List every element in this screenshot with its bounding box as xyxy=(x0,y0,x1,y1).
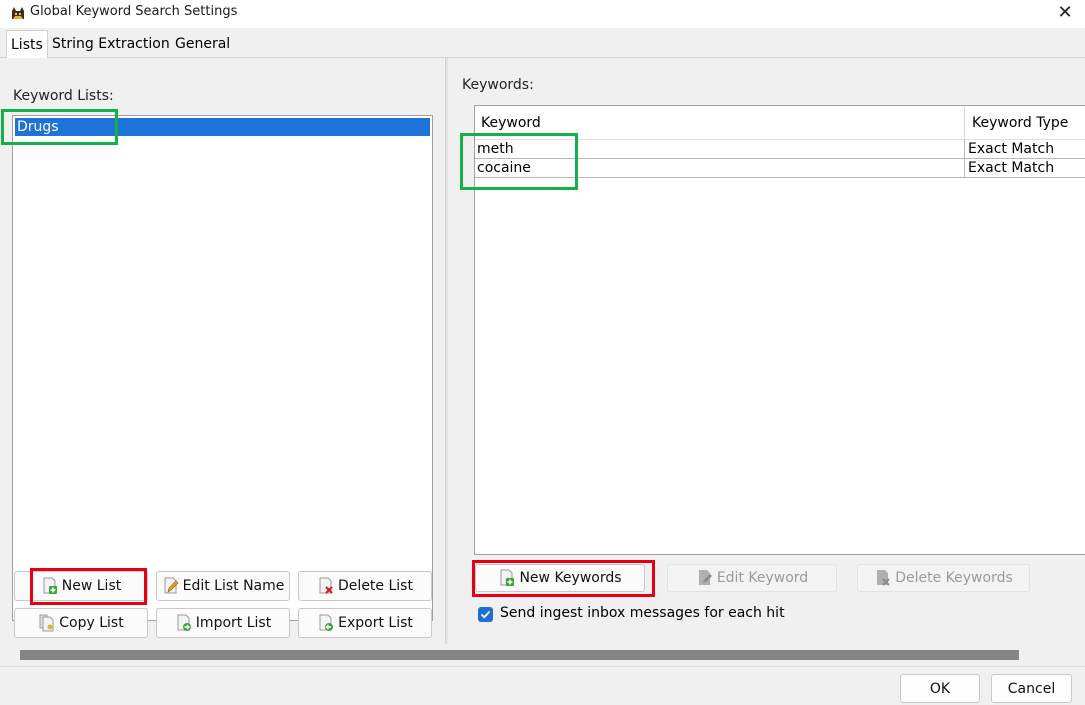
edit-keyword-label: Edit Keyword xyxy=(716,570,809,586)
column-header-keyword[interactable]: Keyword xyxy=(475,106,541,140)
tab-strip: Lists String Extraction General xyxy=(0,30,1085,59)
tab-general[interactable]: General xyxy=(171,30,234,58)
edit-list-name-label: Edit List Name xyxy=(182,578,285,594)
keyword-lists-listbox[interactable]: Drugs xyxy=(12,115,433,621)
page-export-icon xyxy=(319,614,334,631)
keywords-pane: Keywords: Keyword Keyword Type meth Exac… xyxy=(448,58,1085,644)
export-list-button[interactable]: Export List xyxy=(298,608,432,638)
page-x-icon xyxy=(877,570,890,586)
delete-keywords-label: Delete Keywords xyxy=(895,570,1013,586)
close-button[interactable]: ✕ xyxy=(1045,0,1085,28)
new-list-button[interactable]: New List xyxy=(14,571,148,601)
keyword-type-cell: Exact Match xyxy=(968,141,1055,157)
page-copy-icon xyxy=(39,614,54,632)
page-pencil-icon xyxy=(698,570,712,585)
delete-keywords-button[interactable]: Delete Keywords xyxy=(857,564,1030,592)
checkmark-icon xyxy=(480,610,491,619)
cell-separator xyxy=(964,159,965,177)
ok-button[interactable]: OK xyxy=(900,674,980,703)
column-header-keyword-type[interactable]: Keyword Type xyxy=(966,106,1068,140)
import-list-button[interactable]: Import List xyxy=(156,608,290,638)
keywords-label: Keywords: xyxy=(462,77,534,93)
delete-list-button[interactable]: Delete List xyxy=(298,571,432,601)
new-keywords-button[interactable]: New Keywords xyxy=(475,564,645,592)
keywords-table-header: Keyword Keyword Type xyxy=(475,106,1085,140)
new-list-label: New List xyxy=(61,578,122,594)
import-list-label: Import List xyxy=(195,615,272,631)
lists-panel: Keyword Lists: Drugs New List Edit List … xyxy=(0,58,1085,644)
page-import-icon xyxy=(177,614,191,631)
keyword-type-cell: Exact Match xyxy=(968,160,1055,176)
edit-list-name-button[interactable]: Edit List Name xyxy=(156,571,290,601)
keyword-lists-pane: Keyword Lists: Drugs New List Edit List … xyxy=(0,58,446,644)
export-list-label: Export List xyxy=(338,615,413,631)
table-row[interactable]: meth Exact Match xyxy=(475,140,1085,159)
copy-list-button[interactable]: Copy List xyxy=(14,608,148,638)
table-row[interactable]: cocaine Exact Match xyxy=(475,159,1085,178)
keywords-table[interactable]: Keyword Keyword Type meth Exact Match co… xyxy=(474,105,1085,555)
cell-separator xyxy=(964,140,965,158)
page-plus-icon xyxy=(500,569,515,586)
send-ingest-label[interactable]: Send ingest inbox messages for each hit xyxy=(500,605,785,621)
tab-string-extraction[interactable]: String Extraction xyxy=(48,30,174,58)
dialog-footer: OK Cancel xyxy=(0,666,1085,705)
keyword-cell: meth xyxy=(477,141,514,157)
send-ingest-checkbox[interactable] xyxy=(478,607,493,622)
scrollbar-thumb[interactable] xyxy=(20,650,1019,660)
list-item-drugs[interactable]: Drugs xyxy=(15,118,430,136)
keyword-cell: cocaine xyxy=(477,160,531,176)
copy-list-label: Copy List xyxy=(59,615,124,631)
keyword-lists-label: Keyword Lists: xyxy=(13,88,114,104)
title-bar: Global Keyword Search Settings ✕ xyxy=(0,0,1085,28)
page-plus-icon xyxy=(43,577,57,594)
tab-lists[interactable]: Lists xyxy=(6,30,48,59)
page-pencil-icon xyxy=(164,577,179,594)
cancel-button[interactable]: Cancel xyxy=(991,674,1072,703)
column-separator[interactable] xyxy=(964,106,965,140)
page-x-icon xyxy=(319,577,333,594)
horizontal-scrollbar[interactable] xyxy=(0,644,1085,666)
window-title: Global Keyword Search Settings xyxy=(30,4,238,19)
autopsy-dog-icon xyxy=(12,7,24,19)
edit-keyword-button[interactable]: Edit Keyword xyxy=(667,564,837,592)
delete-list-label: Delete List xyxy=(338,578,413,594)
new-keywords-label: New Keywords xyxy=(519,570,622,586)
